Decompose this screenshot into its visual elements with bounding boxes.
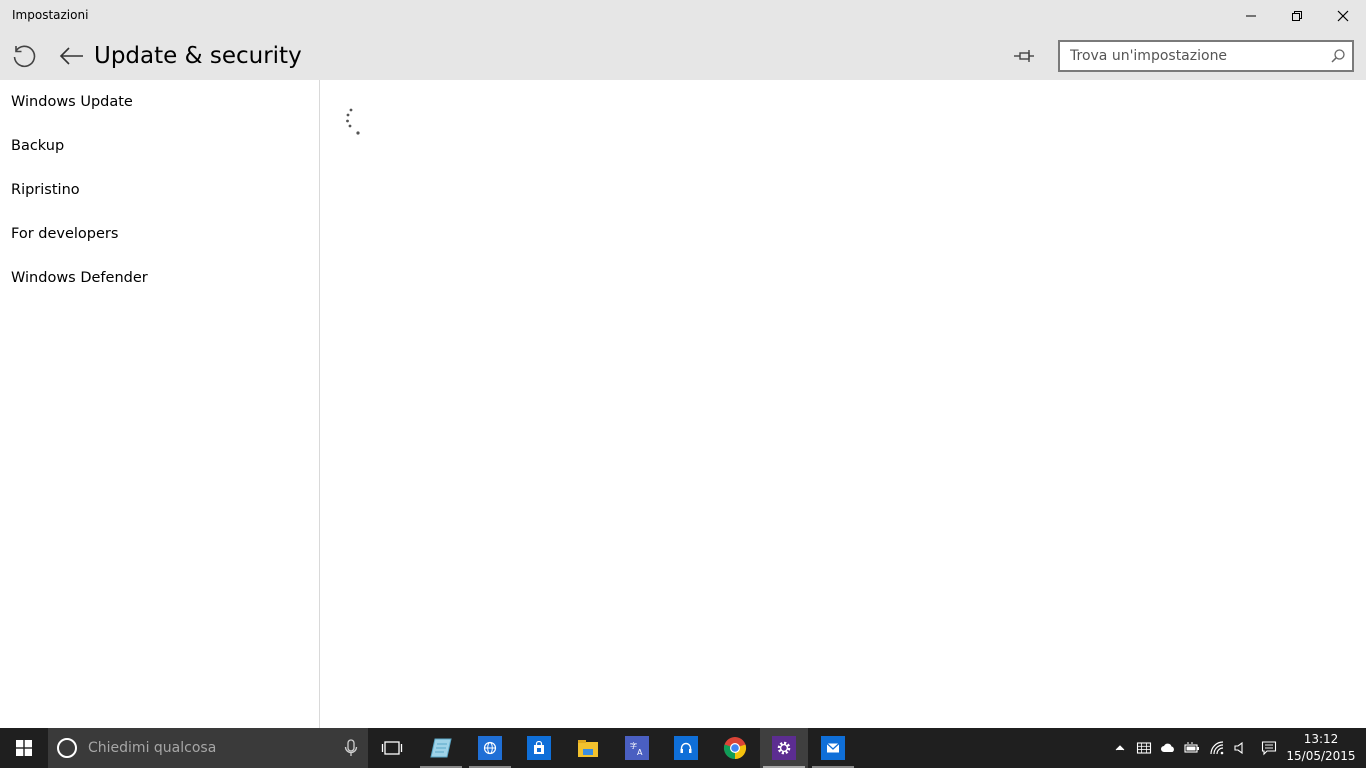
sidebar-item-label: Backup <box>11 138 65 154</box>
loading-spinner-icon <box>346 108 360 135</box>
taskbar-app-browser[interactable] <box>466 728 514 768</box>
restore-icon <box>1292 11 1302 21</box>
pin-icon <box>1014 50 1034 62</box>
window-title: Impostazioni <box>12 8 89 22</box>
sidebar-item-label: Windows Update <box>11 94 133 110</box>
sidebar-item-recovery[interactable]: Ripristino <box>0 168 319 212</box>
settings-search-box[interactable] <box>1058 40 1354 72</box>
taskbar-clock[interactable]: 13:12 15/05/2015 <box>1284 731 1358 765</box>
sidebar-item-label: Windows Defender <box>11 270 148 286</box>
taskbar-app-mail[interactable] <box>809 728 857 768</box>
taskbar-app-chrome[interactable] <box>711 728 759 768</box>
volume-icon[interactable] <box>1232 740 1248 756</box>
store-icon <box>527 736 551 760</box>
show-hidden-icons-chevron-icon[interactable] <box>1112 740 1128 756</box>
sidebar-item-backup[interactable]: Backup <box>0 124 319 168</box>
refresh-button[interactable] <box>8 41 40 71</box>
taskbar-app-settings[interactable] <box>760 728 808 768</box>
clock-time: 13:12 <box>1303 732 1339 746</box>
cortana-placeholder: Chiedimi qualcosa <box>88 740 217 756</box>
taskbar-app-music[interactable] <box>662 728 710 768</box>
minimize-button[interactable] <box>1228 0 1274 32</box>
mail-icon <box>821 736 845 760</box>
restore-button[interactable] <box>1274 0 1320 32</box>
task-view-button[interactable] <box>368 728 416 768</box>
settings-icon <box>772 736 796 760</box>
content-pane <box>321 80 1366 728</box>
microphone-icon[interactable] <box>343 739 359 757</box>
task-view-icon <box>381 741 403 755</box>
action-center-icon[interactable] <box>1261 740 1277 756</box>
sidebar: Windows Update Backup Ripristino For dev… <box>0 80 320 728</box>
chrome-icon <box>723 737 747 760</box>
refresh-icon <box>13 45 36 68</box>
sidebar-item-windows-update[interactable]: Windows Update <box>0 80 319 124</box>
sidebar-item-label: Ripristino <box>11 182 80 198</box>
sidebar-item-label: For developers <box>11 226 119 242</box>
taskbar-app-notepad[interactable] <box>417 728 465 768</box>
cortana-search-box[interactable]: Chiedimi qualcosa <box>48 728 368 768</box>
start-button[interactable] <box>0 728 48 768</box>
sidebar-item-windows-defender[interactable]: Windows Defender <box>0 256 319 300</box>
cortana-icon <box>57 738 77 758</box>
settings-header: Update & security <box>0 32 1366 80</box>
wifi-icon[interactable] <box>1209 740 1225 756</box>
minimize-icon <box>1246 15 1256 17</box>
taskbar-app-store[interactable] <box>515 728 563 768</box>
music-icon <box>674 736 698 760</box>
windows-logo-icon <box>16 740 32 756</box>
page-title: Update & security <box>94 43 302 69</box>
sidebar-item-for-developers[interactable]: For developers <box>0 212 319 256</box>
battery-icon[interactable] <box>1184 740 1200 756</box>
keyboard-icon[interactable] <box>1136 740 1152 756</box>
close-icon <box>1337 10 1349 22</box>
svg-text:字: 字 <box>630 741 637 750</box>
onedrive-cloud-icon[interactable] <box>1160 740 1176 756</box>
taskbar-app-file-explorer[interactable] <box>564 728 612 768</box>
svg-text:A: A <box>637 748 643 756</box>
file-explorer-icon <box>578 740 598 757</box>
translator-icon: 字 A <box>625 736 649 760</box>
back-arrow-icon <box>59 47 83 65</box>
clock-date: 15/05/2015 <box>1286 749 1356 763</box>
search-input[interactable] <box>1060 42 1322 70</box>
close-button[interactable] <box>1320 0 1366 32</box>
browser-icon <box>478 736 502 760</box>
title-bar: Impostazioni <box>0 0 1366 32</box>
taskbar-app-translator[interactable]: 字 A <box>613 728 661 768</box>
search-icon[interactable] <box>1330 48 1346 64</box>
notepad-icon <box>430 738 452 758</box>
taskbar: Chiedimi qualcosa 字 A 13:12 15/05/2015 <box>0 728 1366 768</box>
pin-to-start-button[interactable] <box>1008 41 1040 71</box>
back-button[interactable] <box>56 41 88 71</box>
